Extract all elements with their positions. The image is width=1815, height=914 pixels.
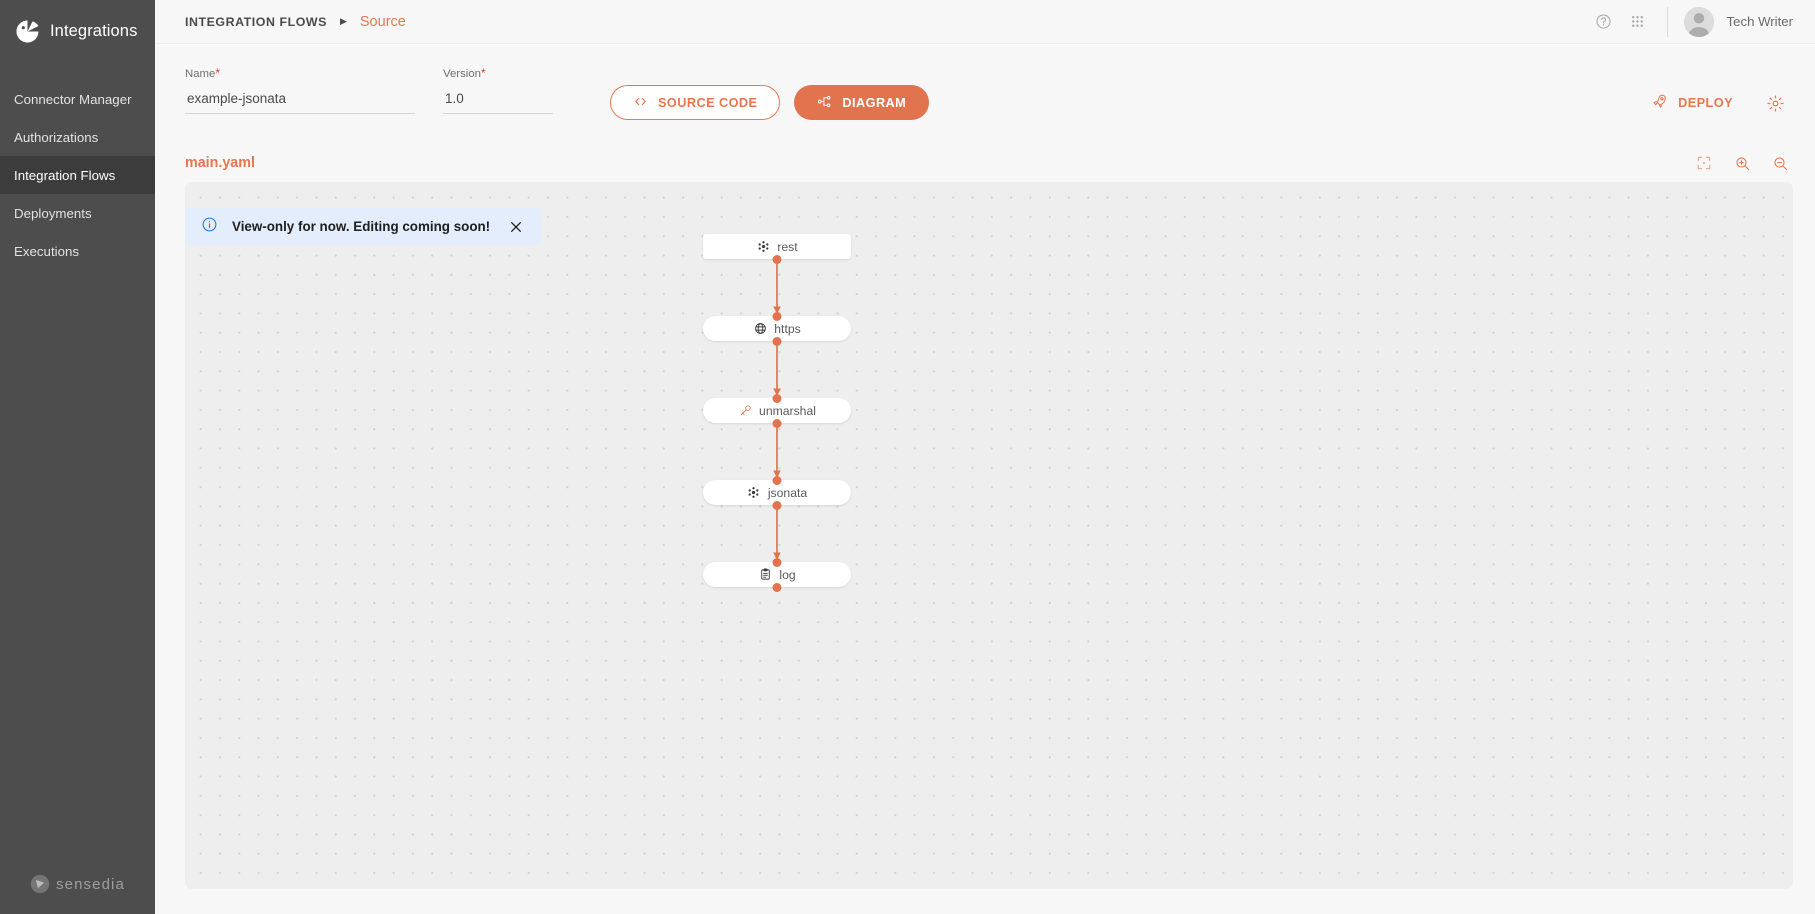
flow-node-label: https	[774, 321, 801, 336]
version-label: Version*	[443, 66, 486, 80]
node-output-port[interactable]	[772, 336, 782, 346]
camel-rest-icon	[756, 240, 770, 254]
info-circle-icon	[201, 216, 218, 238]
code-brackets-icon	[633, 94, 648, 112]
flow-node-label: rest	[777, 239, 798, 254]
file-name-main-yaml[interactable]: main.yaml	[185, 155, 255, 171]
flow-node-jsonata[interactable]: jsonata	[703, 475, 851, 510]
breadcrumb-source[interactable]: Source	[360, 14, 406, 30]
diagram-canvas[interactable]: View-only for now. Editing coming soon!	[185, 182, 1793, 889]
required-marker: *	[215, 66, 221, 80]
sidebar-item-label: Connector Manager	[14, 91, 132, 107]
jsonata-icon	[747, 486, 761, 500]
integrations-logo-icon	[14, 18, 41, 45]
sidebar-item-integration-flows[interactable]: Integration Flows	[0, 156, 155, 194]
sidebar-nav: Connector Manager Authorizations Integra…	[0, 80, 155, 270]
unmarshal-icon	[738, 404, 752, 418]
node-input-port[interactable]	[772, 311, 782, 321]
sidebar-item-label: Deployments	[14, 205, 92, 221]
close-icon[interactable]	[506, 217, 526, 237]
sidebar-footer: sensedia	[0, 874, 155, 894]
globe-icon	[753, 322, 767, 336]
node-input-port[interactable]	[772, 557, 782, 567]
zoom-out-icon[interactable]	[1767, 150, 1793, 176]
breadcrumb-integration-flows[interactable]: INTEGRATION FLOWS	[185, 15, 327, 29]
sidebar-item-label: Authorizations	[14, 129, 99, 145]
topbar-divider	[1666, 6, 1668, 37]
flow-node-label: log	[779, 567, 796, 582]
sidebar-item-label: Executions	[14, 243, 80, 259]
flow-graph: rest https unmarshal jsonata log	[185, 182, 1793, 889]
sensedia-logo-icon	[30, 874, 50, 894]
sidebar: Integrations Connector Manager Authoriza…	[0, 0, 155, 914]
sidebar-item-executions[interactable]: Executions	[0, 232, 155, 270]
main-area: INTEGRATION FLOWS ▶ Source Tech Writer N…	[155, 0, 1815, 914]
node-output-port[interactable]	[772, 254, 782, 264]
flow-node-label: unmarshal	[759, 403, 816, 418]
node-input-port[interactable]	[772, 393, 782, 403]
source-code-label: SOURCE CODE	[658, 95, 758, 110]
brand[interactable]: Integrations	[0, 9, 155, 53]
version-input[interactable]	[443, 91, 553, 114]
form-bar: Name* Version* SOU	[155, 44, 1815, 144]
flow-node-label: jsonata	[767, 485, 808, 500]
app-root: Integrations Connector Manager Authoriza…	[0, 0, 1815, 914]
view-toggle-group: SOURCE CODE DIAGRAM	[610, 85, 930, 120]
deploy-button[interactable]: DEPLOY	[1641, 87, 1743, 119]
rocket-icon	[1651, 93, 1668, 113]
node-output-port[interactable]	[772, 418, 782, 428]
user-name[interactable]: Tech Writer	[1727, 14, 1793, 29]
avatar[interactable]	[1683, 6, 1714, 37]
diagram-label: DIAGRAM	[842, 95, 907, 110]
node-input-port[interactable]	[772, 475, 782, 485]
view-only-banner: View-only for now. Editing coming soon!	[185, 208, 542, 245]
version-field-group: Version*	[443, 66, 553, 114]
name-field-group: Name*	[185, 66, 415, 114]
breadcrumb-separator-icon: ▶	[339, 16, 347, 26]
source-code-button[interactable]: SOURCE CODE	[610, 85, 781, 120]
banner-message: View-only for now. Editing coming soon!	[232, 219, 491, 234]
sidebar-item-label: Integration Flows	[14, 167, 116, 183]
node-output-port[interactable]	[772, 500, 782, 510]
name-label: Name*	[185, 66, 221, 80]
help-circle-icon[interactable]	[1587, 5, 1621, 39]
sidebar-item-deployments[interactable]: Deployments	[0, 194, 155, 232]
flow-node-unmarshal[interactable]: unmarshal	[703, 393, 851, 428]
clipboard-log-icon	[758, 568, 772, 582]
apps-grid-icon[interactable]	[1621, 5, 1655, 39]
deploy-label: DEPLOY	[1678, 96, 1733, 110]
sensedia-wordmark: sensedia	[56, 875, 125, 893]
flow-node-rest[interactable]: rest	[703, 234, 851, 264]
sidebar-item-connector-manager[interactable]: Connector Manager	[0, 80, 155, 118]
brand-name: Integrations	[50, 21, 138, 40]
zoom-in-icon[interactable]	[1729, 150, 1755, 176]
fit-to-screen-icon[interactable]	[1691, 150, 1717, 176]
formbar-actions: DEPLOY	[1641, 85, 1793, 121]
flow-node-https[interactable]: https	[703, 311, 851, 346]
gear-icon[interactable]	[1757, 85, 1793, 121]
node-hierarchy-icon	[817, 94, 832, 112]
flow-edges	[773, 259, 781, 560]
breadcrumb: INTEGRATION FLOWS ▶ Source	[185, 14, 406, 30]
topbar-actions: Tech Writer	[1587, 5, 1793, 39]
required-marker: *	[481, 66, 486, 80]
node-output-port[interactable]	[772, 582, 782, 592]
canvas-wrap: View-only for now. Editing coming soon!	[155, 182, 1815, 914]
canvas-tools	[1691, 150, 1793, 176]
flow-node-log[interactable]: log	[703, 557, 851, 592]
sidebar-item-authorizations[interactable]: Authorizations	[0, 118, 155, 156]
top-bar: INTEGRATION FLOWS ▶ Source Tech Writer	[155, 0, 1815, 44]
diagram-button[interactable]: DIAGRAM	[794, 85, 930, 120]
name-input[interactable]	[185, 91, 415, 114]
file-bar: main.yaml	[155, 144, 1815, 182]
